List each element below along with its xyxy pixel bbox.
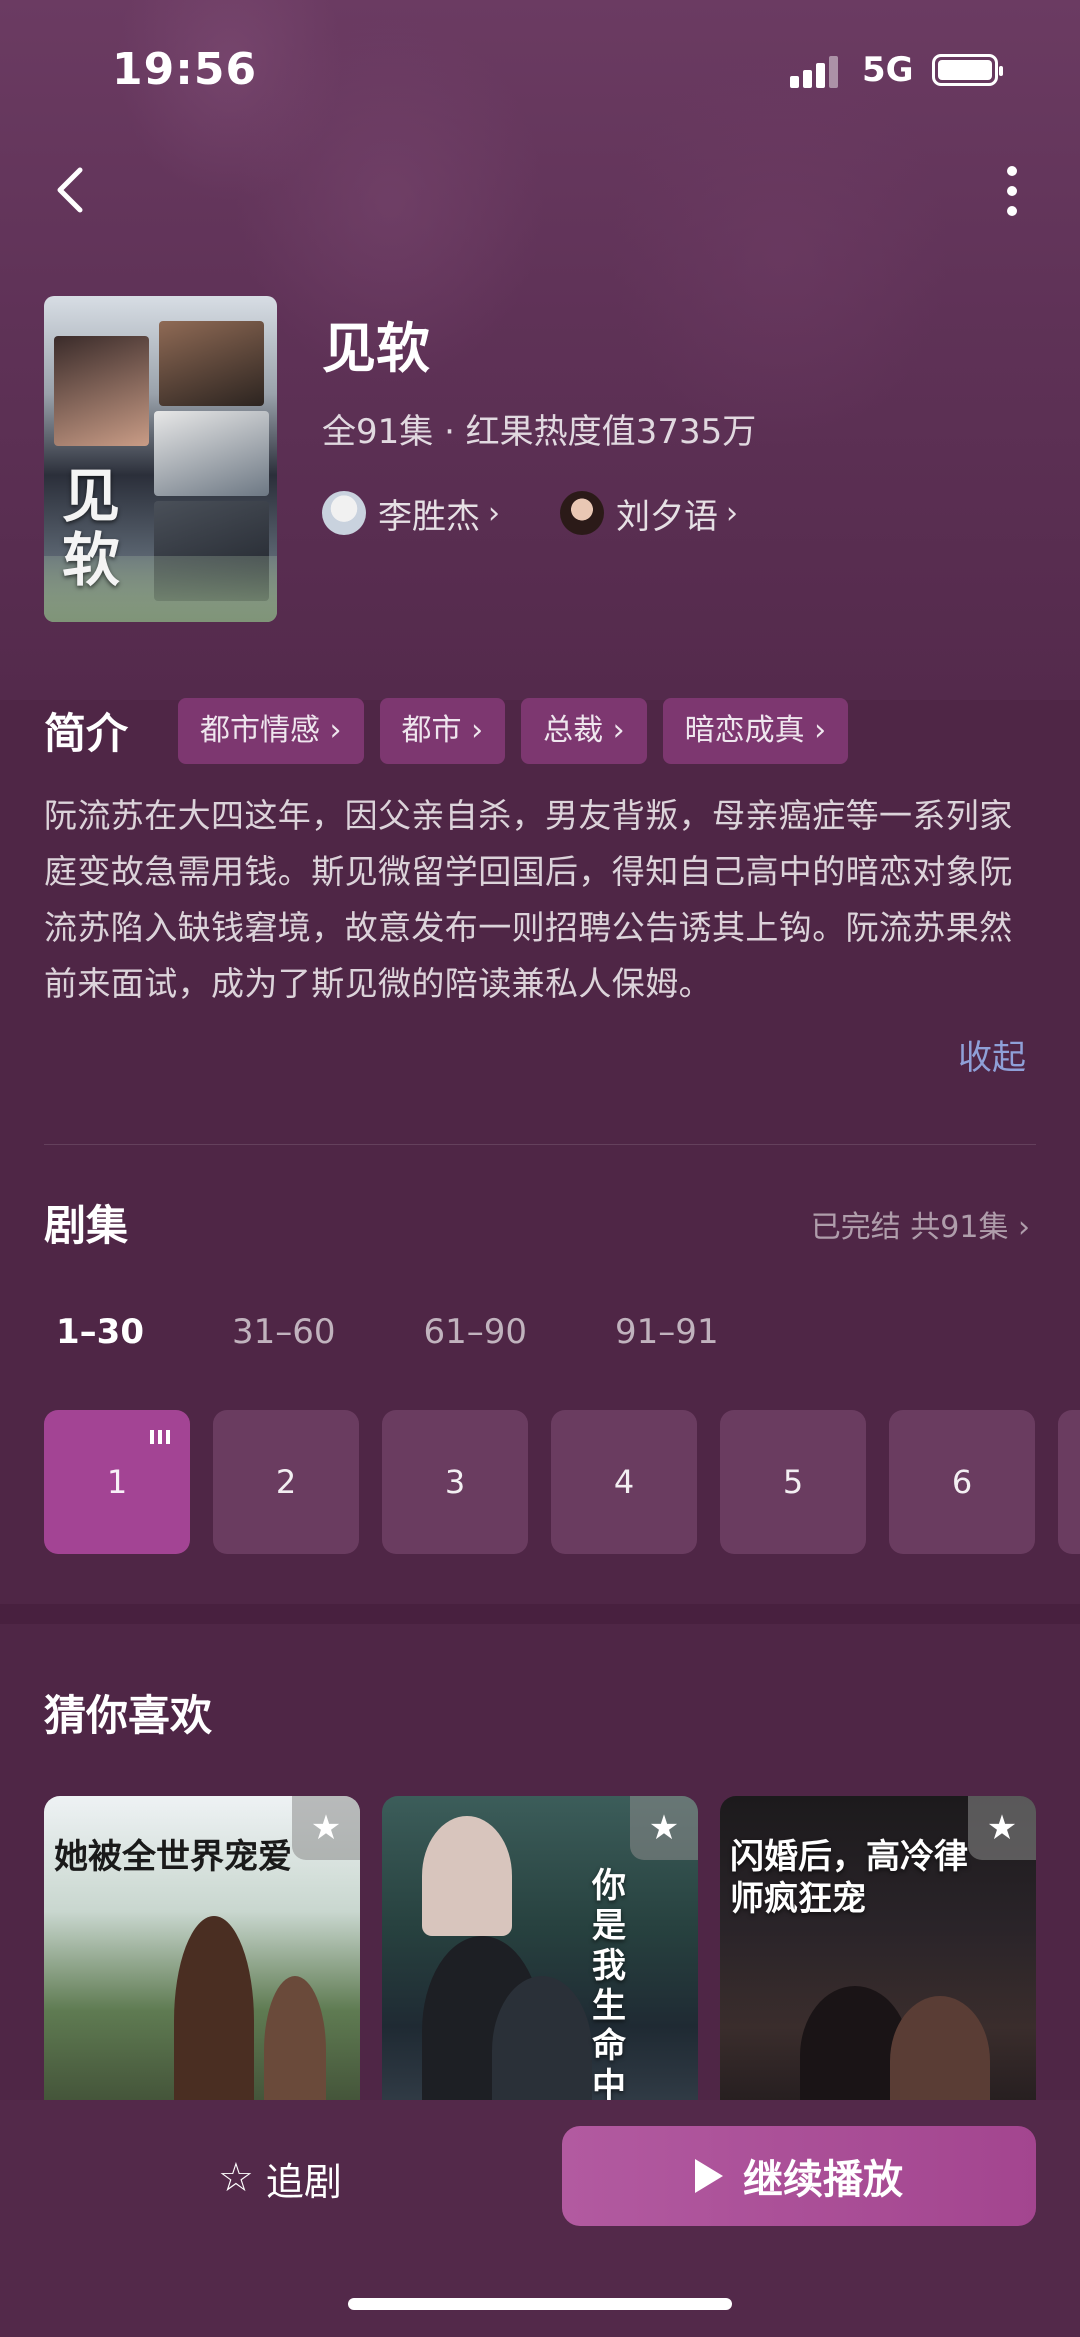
episode-button[interactable]: 4 <box>551 1410 697 1554</box>
more-vertical-icon <box>1007 166 1017 176</box>
star-icon[interactable]: ★ <box>968 1796 1036 1860</box>
genre-tag[interactable]: 暗恋成真 › <box>662 698 849 764</box>
chevron-right-icon: › <box>488 495 500 531</box>
cast-name: 李胜杰 <box>378 496 480 537</box>
episode-button[interactable]: 5 <box>720 1410 866 1554</box>
range-tab[interactable]: 1–30 <box>56 1312 144 1352</box>
chevron-right-icon: › <box>726 495 738 531</box>
range-tab[interactable]: 91–91 <box>615 1312 719 1352</box>
episode-button[interactable]: 3 <box>382 1410 528 1554</box>
recommend-heading: 猜你喜欢 <box>44 1691 213 1740</box>
back-button[interactable] <box>46 160 96 220</box>
range-tab[interactable]: 61–90 <box>424 1312 528 1352</box>
star-outline-icon: ☆ <box>218 2155 254 2201</box>
star-icon[interactable]: ★ <box>292 1796 360 1860</box>
status-bar: 19:56 5G <box>0 0 1080 140</box>
episode-button-partial[interactable] <box>1058 1410 1080 1554</box>
avatar <box>560 491 604 535</box>
cast-item[interactable]: 李胜杰 › <box>322 488 500 538</box>
genre-tag[interactable]: 总裁 › <box>521 698 647 764</box>
avatar <box>322 491 366 535</box>
episode-range-tabs: 1–30 31–60 61–90 91–91 <box>56 1312 807 1352</box>
continue-play-button[interactable]: 继续播放 <box>562 2126 1036 2226</box>
synopsis-text: 阮流苏在大四这年，因父亲自杀，男友背叛，母亲癌症等一系列家庭变故急需用钱。斯见微… <box>44 796 1013 1003</box>
episodes-status-link[interactable]: 已完结 共91集 › <box>811 1202 1030 1246</box>
recommend-card[interactable]: 她被全世界宠爱 ★ <box>44 1796 360 2126</box>
recommend-list: 她被全世界宠爱 ★ 你是我生命中的光 ★ 闪婚后，高冷律师疯狂宠 ★ <box>44 1796 1080 2126</box>
signal-icon <box>790 56 842 88</box>
collapse-link[interactable]: 收起 <box>958 1030 1026 1079</box>
battery-icon <box>932 54 1003 86</box>
show-title: 见软 <box>322 317 430 380</box>
divider <box>44 1144 1036 1145</box>
poster-title: 见软 <box>62 462 121 594</box>
network-type: 5G <box>862 50 914 90</box>
intro-heading: 简介 <box>44 709 129 758</box>
episode-button[interactable]: 2 <box>213 1410 359 1554</box>
show-meta: 全91集 · 红果热度值3735万 <box>322 412 757 452</box>
playing-indicator-icon <box>150 1430 172 1444</box>
recommend-title: 她被全世界宠爱 <box>54 1837 292 1877</box>
recommend-title: 闪婚后，高冷律师疯狂宠 <box>730 1837 968 1919</box>
cast-item[interactable]: 刘夕语 › <box>560 488 738 538</box>
episodes-heading: 剧集 <box>44 1201 129 1250</box>
chevron-right-icon: › <box>1018 1210 1030 1245</box>
recommend-card[interactable]: 你是我生命中的光 ★ <box>382 1796 698 2126</box>
episode-grid: 1 2 3 4 5 6 <box>44 1410 1080 1556</box>
recommend-title: 你是我生命中的光 <box>592 1866 626 2126</box>
episode-button[interactable]: 1 <box>44 1410 190 1554</box>
status-time: 19:56 <box>112 44 258 95</box>
more-button[interactable] <box>995 160 1031 220</box>
home-indicator[interactable] <box>348 2298 732 2310</box>
chevron-left-icon <box>57 167 83 213</box>
recommend-card[interactable]: 闪婚后，高冷律师疯狂宠 ★ <box>720 1796 1036 2126</box>
genre-tag[interactable]: 都市情感 › <box>178 698 364 764</box>
tag-list: 都市情感 › 都市 › 总裁 › 暗恋成真 › <box>178 698 864 764</box>
show-poster: 见软 <box>44 296 277 622</box>
range-tab[interactable]: 31–60 <box>232 1312 336 1352</box>
play-icon <box>695 2159 723 2193</box>
section-separator <box>0 1604 1080 1624</box>
star-icon[interactable]: ★ <box>630 1796 698 1860</box>
cast-name: 刘夕语 <box>616 496 718 537</box>
episode-button[interactable]: 6 <box>889 1410 1035 1554</box>
genre-tag[interactable]: 都市 › <box>379 698 506 764</box>
follow-button[interactable]: ☆ 追剧 <box>218 2150 342 2206</box>
